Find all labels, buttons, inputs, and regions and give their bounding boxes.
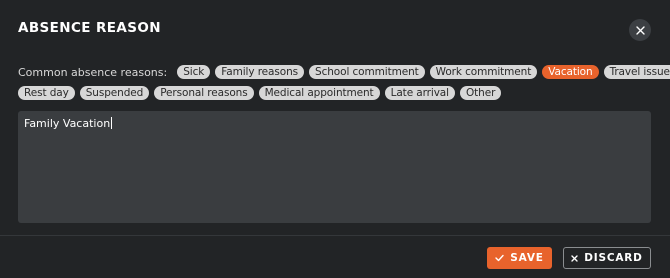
absence-reason-textarea[interactable]: Family Vacation xyxy=(18,111,651,223)
absence-reasons: Common absence reasons: Sick Family reas… xyxy=(18,63,670,105)
save-button[interactable]: SAVE xyxy=(487,247,552,269)
reason-chip-school-commitment[interactable]: School commitment xyxy=(309,65,425,79)
reason-chip-sick[interactable]: Sick xyxy=(177,65,211,79)
footer-divider xyxy=(0,235,670,236)
reason-chip-work-commitment[interactable]: Work commitment xyxy=(429,65,538,79)
reasons-row-2: Rest day Suspended Personal reasons Medi… xyxy=(18,84,658,102)
reason-chip-rest-day[interactable]: Rest day xyxy=(18,86,75,100)
reason-chip-vacation[interactable]: Vacation xyxy=(542,65,599,79)
textarea-value: Family Vacation xyxy=(24,117,111,130)
save-label: SAVE xyxy=(510,252,544,264)
reason-chip-medical-appointment[interactable]: Medical appointment xyxy=(258,86,380,100)
reason-chip-family-reasons[interactable]: Family reasons xyxy=(215,65,304,79)
reason-chip-late-arrival[interactable]: Late arrival xyxy=(384,86,455,100)
close-icon xyxy=(635,25,645,35)
text-caret xyxy=(111,117,113,129)
close-button[interactable] xyxy=(629,19,651,41)
reason-chip-suspended[interactable]: Suspended xyxy=(79,86,150,100)
discard-label: DISCARD xyxy=(584,252,643,264)
absence-reason-dialog: ABSENCE REASON Common absence reasons: S… xyxy=(0,0,670,278)
reasons-label: Common absence reasons: xyxy=(18,65,168,79)
discard-button[interactable]: DISCARD xyxy=(563,247,651,269)
reason-chip-travel-issues[interactable]: Travel issues xyxy=(603,65,670,79)
x-icon xyxy=(571,254,578,262)
reasons-row-1: Common absence reasons: Sick Family reas… xyxy=(18,63,670,81)
check-icon xyxy=(495,254,504,262)
dialog-title: ABSENCE REASON xyxy=(18,20,161,36)
reason-chip-personal-reasons[interactable]: Personal reasons xyxy=(154,86,254,100)
reason-chip-other[interactable]: Other xyxy=(459,86,502,100)
